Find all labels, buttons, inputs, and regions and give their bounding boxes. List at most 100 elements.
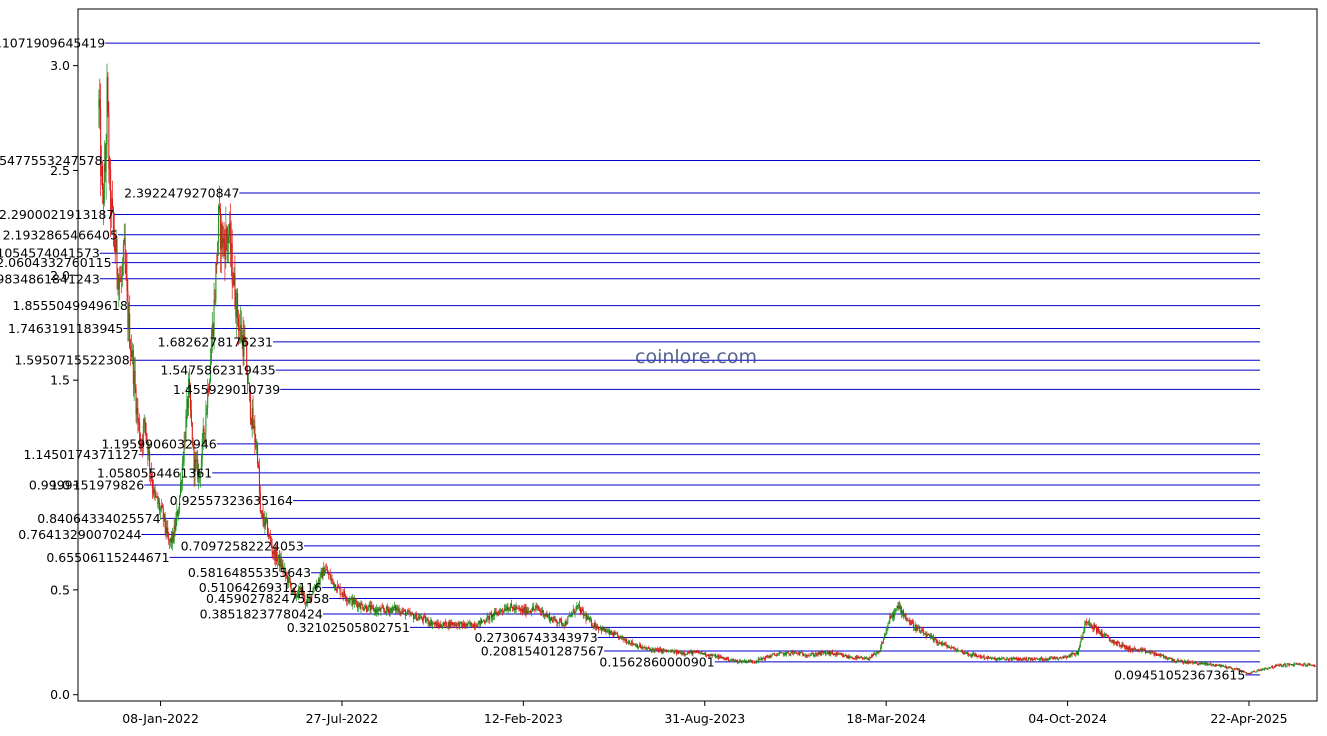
candle-body	[462, 624, 464, 627]
candle-body	[253, 425, 255, 429]
candle-body	[838, 653, 840, 655]
candle-body	[1278, 665, 1280, 666]
candle-body	[891, 616, 893, 618]
candle-body	[698, 652, 700, 654]
candle-body	[159, 502, 161, 511]
candle-body	[1032, 658, 1034, 661]
candle-body	[1262, 668, 1264, 670]
candle-body	[1175, 661, 1177, 663]
candle-body	[736, 660, 738, 662]
candle-body	[128, 313, 130, 328]
candle-body	[1012, 657, 1014, 659]
candle-body	[472, 626, 474, 628]
candle-body	[506, 607, 508, 610]
candle-body	[1117, 641, 1119, 643]
candle-body	[963, 652, 965, 655]
candle-body	[387, 609, 389, 611]
candle-body	[610, 630, 612, 634]
candle-body	[490, 614, 492, 615]
candle-body	[997, 658, 999, 660]
candle-body	[1282, 666, 1284, 668]
candle-body	[837, 652, 839, 655]
candle-body	[777, 654, 779, 656]
candle-body	[320, 571, 322, 574]
candle-body	[1281, 664, 1283, 667]
candle-body	[962, 652, 964, 654]
candle-body	[577, 605, 579, 606]
candle-body	[672, 650, 674, 652]
candle-body	[1271, 665, 1273, 668]
candle-body	[326, 569, 328, 574]
candle-body	[657, 648, 659, 652]
candle-body	[570, 615, 572, 616]
candle-body	[156, 496, 158, 498]
candle-body	[195, 459, 197, 462]
candle-body	[487, 615, 489, 617]
candle-body	[636, 644, 638, 647]
candle-body	[820, 651, 822, 656]
candle-body	[1210, 663, 1212, 666]
candle-body	[1298, 663, 1300, 665]
candle-body	[1127, 647, 1129, 650]
candle-body	[547, 615, 549, 617]
candle-body	[1220, 664, 1222, 667]
candle-body	[1161, 655, 1163, 656]
candle-body	[548, 615, 550, 616]
candle-body	[911, 621, 913, 623]
candle-body	[1048, 658, 1050, 660]
level-label: 1.455929010739	[173, 382, 280, 397]
candle-body	[462, 623, 464, 627]
candle-body	[1177, 659, 1179, 662]
candle-body	[514, 607, 516, 610]
candle-body	[122, 244, 124, 264]
level-label: 0.094510523673615	[1114, 667, 1245, 682]
candle-body	[1311, 664, 1313, 666]
candle-body	[1054, 657, 1056, 659]
candle-body	[226, 228, 228, 238]
candle-body	[458, 622, 460, 628]
candle-body	[678, 652, 680, 654]
candle-body	[628, 641, 630, 644]
candle-body	[942, 643, 944, 644]
candle-body	[1307, 663, 1309, 666]
candle-body	[1301, 664, 1303, 666]
y-tick-label: 2.5	[50, 163, 70, 178]
candle-body	[520, 608, 522, 611]
candle-body	[1202, 663, 1204, 665]
candle-body	[512, 608, 514, 611]
candle-body	[616, 633, 618, 635]
candle-body	[539, 609, 541, 611]
x-axis: 08-Jan-2022 27-Jul-2022 12-Feb-2023 31-Aug-…	[122, 701, 1288, 726]
candle-body	[626, 639, 628, 643]
candle-body	[419, 617, 421, 620]
candle-body	[763, 657, 765, 659]
candle-body	[1095, 626, 1097, 628]
candle-body	[857, 656, 859, 658]
candle-body	[892, 612, 894, 618]
candle-body	[589, 617, 591, 621]
candle-body	[131, 350, 133, 357]
candle-body	[794, 652, 796, 653]
candle-body	[250, 419, 252, 425]
candle-body	[955, 650, 957, 652]
candle-body	[368, 605, 370, 606]
candle-body	[348, 599, 350, 602]
candle-body	[1068, 655, 1070, 657]
candle-body	[609, 630, 611, 635]
candle-body	[579, 608, 581, 614]
candle-body	[579, 604, 581, 609]
candle-body	[1209, 663, 1211, 665]
candle-body	[1250, 673, 1252, 674]
candle-body	[471, 622, 473, 627]
candle-body	[974, 654, 976, 656]
candle-body	[236, 292, 238, 318]
candle-body	[1162, 655, 1164, 656]
candle-body	[960, 650, 962, 652]
candle-body	[148, 451, 150, 456]
candle-body	[527, 611, 529, 612]
candle-body	[438, 625, 440, 627]
candle-body	[529, 610, 531, 612]
candle-body	[640, 647, 642, 649]
candle-body	[867, 659, 869, 660]
candle-body	[324, 570, 326, 576]
